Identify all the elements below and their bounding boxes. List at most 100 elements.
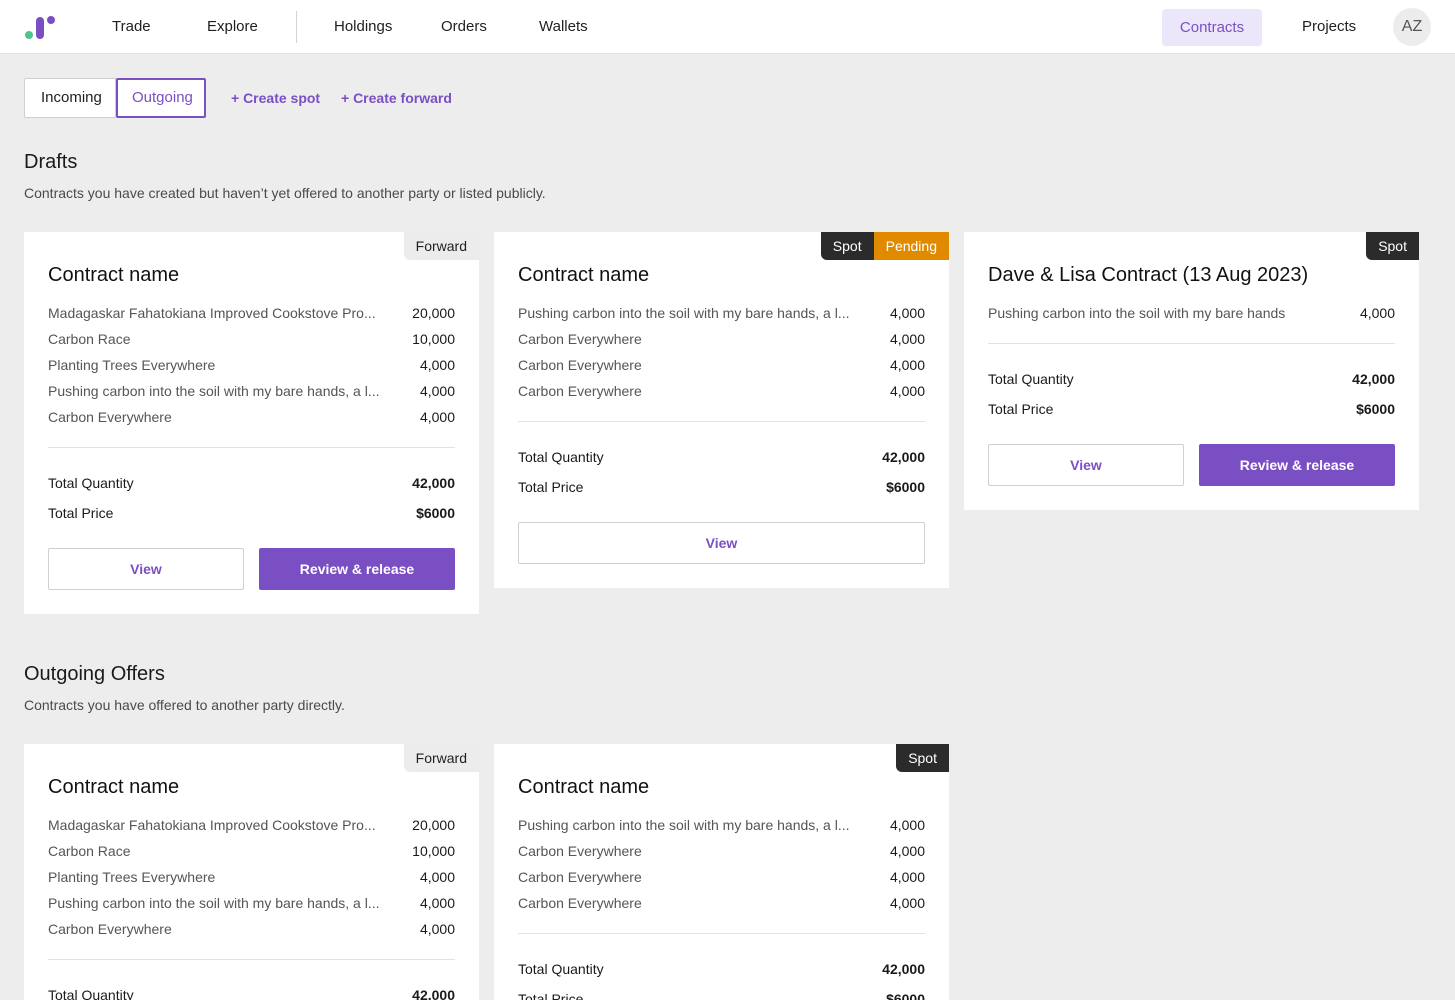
tab-incoming[interactable]: Incoming — [24, 78, 116, 118]
tab-outgoing[interactable]: Outgoing — [116, 78, 206, 118]
total-quantity-row: Total Quantity 42,000 — [518, 961, 925, 977]
contract-card: Spot Dave & Lisa Contract (13 Aug 2023) … — [964, 232, 1419, 510]
total-quantity-value: 42,000 — [412, 987, 455, 1000]
total-quantity-row: Total Quantity 42,000 — [518, 449, 925, 465]
project-quantity: 4,000 — [419, 895, 455, 911]
project-quantity: 4,000 — [419, 921, 455, 937]
project-name: Pushing carbon into the soil with my bar… — [48, 895, 380, 911]
total-price-label: Total Price — [988, 401, 1054, 417]
project-quantity: 4,000 — [889, 331, 925, 347]
nav-trade[interactable]: Trade — [112, 0, 151, 54]
total-price-row: Total Price $6000 — [48, 505, 455, 521]
badge-group: Spot — [896, 744, 949, 772]
contract-card: Spot Contract name Pushing carbon into t… — [494, 744, 949, 1000]
project-name: Carbon Everywhere — [48, 409, 172, 425]
project-quantity: 10,000 — [412, 843, 455, 859]
avatar[interactable]: AZ — [1393, 8, 1431, 46]
nav-holdings[interactable]: Holdings — [334, 0, 392, 54]
nav-contracts[interactable]: Contracts — [1162, 9, 1262, 46]
list-item: Pushing carbon into the soil with my bar… — [48, 378, 455, 404]
total-quantity-label: Total Quantity — [48, 987, 134, 1000]
project-quantity: 4,000 — [889, 869, 925, 885]
forward-badge: Forward — [403, 232, 479, 260]
list-item: Pushing carbon into the soil with my bar… — [988, 300, 1395, 326]
contract-title: Contract name — [48, 776, 180, 798]
total-price-value: $6000 — [886, 479, 925, 495]
project-quantity: 4,000 — [889, 843, 925, 859]
project-quantity: 4,000 — [889, 895, 925, 911]
line-items: Madagaskar Fahatokiana Improved Cookstov… — [48, 812, 455, 942]
project-name: Carbon Race — [48, 843, 131, 859]
project-quantity: 4,000 — [889, 357, 925, 373]
nav-divider — [296, 11, 297, 43]
contract-title: Contract name — [518, 776, 650, 798]
badge-group: Spot — [1366, 232, 1419, 260]
project-name: Carbon Everywhere — [518, 357, 642, 373]
badge-group: Forward — [403, 232, 479, 260]
total-quantity-value: 42,000 — [882, 449, 925, 465]
view-button[interactable]: View — [988, 444, 1184, 486]
list-item: Madagaskar Fahatokiana Improved Cookstov… — [48, 812, 455, 838]
list-item: Carbon Race 10,000 — [48, 838, 455, 864]
list-item: Carbon Everywhere 4,000 — [518, 326, 925, 352]
total-quantity-value: 42,000 — [412, 475, 455, 491]
project-quantity: 10,000 — [412, 331, 455, 347]
total-price-label: Total Price — [518, 991, 584, 1000]
project-name: Pushing carbon into the soil with my bar… — [518, 305, 850, 321]
view-button[interactable]: View — [48, 548, 244, 590]
list-item: Carbon Everywhere 4,000 — [518, 352, 925, 378]
drafts-description: Contracts you have created but haven’t y… — [24, 185, 546, 201]
contract-card: Forward Contract name Madagaskar Fahatok… — [24, 232, 479, 614]
project-quantity: 4,000 — [889, 817, 925, 833]
spot-badge: Spot — [820, 232, 874, 260]
project-quantity: 20,000 — [412, 817, 455, 833]
total-price-row: Total Price $6000 — [518, 991, 925, 1000]
nav-wallets[interactable]: Wallets — [539, 0, 588, 54]
list-item: Madagaskar Fahatokiana Improved Cookstov… — [48, 300, 455, 326]
contract-title: Contract name — [518, 264, 650, 286]
nav-explore[interactable]: Explore — [207, 0, 258, 54]
project-quantity: 4,000 — [419, 409, 455, 425]
project-quantity: 4,000 — [419, 869, 455, 885]
review-release-button[interactable]: Review & release — [259, 548, 455, 590]
project-name: Pushing carbon into the soil with my bar… — [518, 817, 850, 833]
forward-badge: Forward — [403, 744, 479, 772]
review-release-button[interactable]: Review & release — [1199, 444, 1395, 486]
project-name: Carbon Everywhere — [518, 895, 642, 911]
project-name: Carbon Everywhere — [518, 843, 642, 859]
top-nav: Trade Explore Holdings Orders Wallets Co… — [0, 0, 1455, 54]
contract-card: Spot Pending Contract name Pushing carbo… — [494, 232, 949, 588]
total-price-value: $6000 — [416, 505, 455, 521]
total-quantity-row: Total Quantity 42,000 — [48, 987, 455, 1000]
total-price-value: $6000 — [1356, 401, 1395, 417]
spot-badge: Spot — [1366, 232, 1419, 260]
badge-group: Spot Pending — [820, 232, 949, 260]
total-price-value: $6000 — [886, 991, 925, 1000]
project-name: Pushing carbon into the soil with my bar… — [48, 383, 380, 399]
list-item: Carbon Everywhere 4,000 — [518, 890, 925, 916]
outgoing-offers-title: Outgoing Offers — [24, 663, 165, 685]
total-quantity-label: Total Quantity — [988, 371, 1074, 387]
total-price-label: Total Price — [518, 479, 584, 495]
list-item: Planting Trees Everywhere 4,000 — [48, 864, 455, 890]
total-price-label: Total Price — [48, 505, 114, 521]
divider — [48, 447, 455, 448]
project-name: Carbon Everywhere — [518, 331, 642, 347]
contract-card: Forward Contract name Madagaskar Fahatok… — [24, 744, 479, 1000]
project-name: Madagaskar Fahatokiana Improved Cookstov… — [48, 305, 376, 321]
project-quantity: 4,000 — [419, 383, 455, 399]
create-spot-button[interactable]: + Create spot — [231, 78, 320, 118]
project-quantity: 4,000 — [419, 357, 455, 373]
create-forward-button[interactable]: + Create forward — [341, 78, 452, 118]
project-quantity: 4,000 — [1359, 305, 1395, 321]
contract-direction-tabs: Incoming Outgoing — [24, 78, 206, 118]
nav-projects[interactable]: Projects — [1302, 0, 1356, 54]
spot-badge: Spot — [896, 744, 949, 772]
total-quantity-row: Total Quantity 42,000 — [48, 475, 455, 491]
nav-orders[interactable]: Orders — [441, 0, 487, 54]
line-items: Madagaskar Fahatokiana Improved Cookstov… — [48, 300, 455, 430]
project-quantity: 4,000 — [889, 305, 925, 321]
view-button[interactable]: View — [518, 522, 925, 564]
contract-title: Contract name — [48, 264, 180, 286]
app-logo-icon[interactable] — [24, 14, 58, 40]
